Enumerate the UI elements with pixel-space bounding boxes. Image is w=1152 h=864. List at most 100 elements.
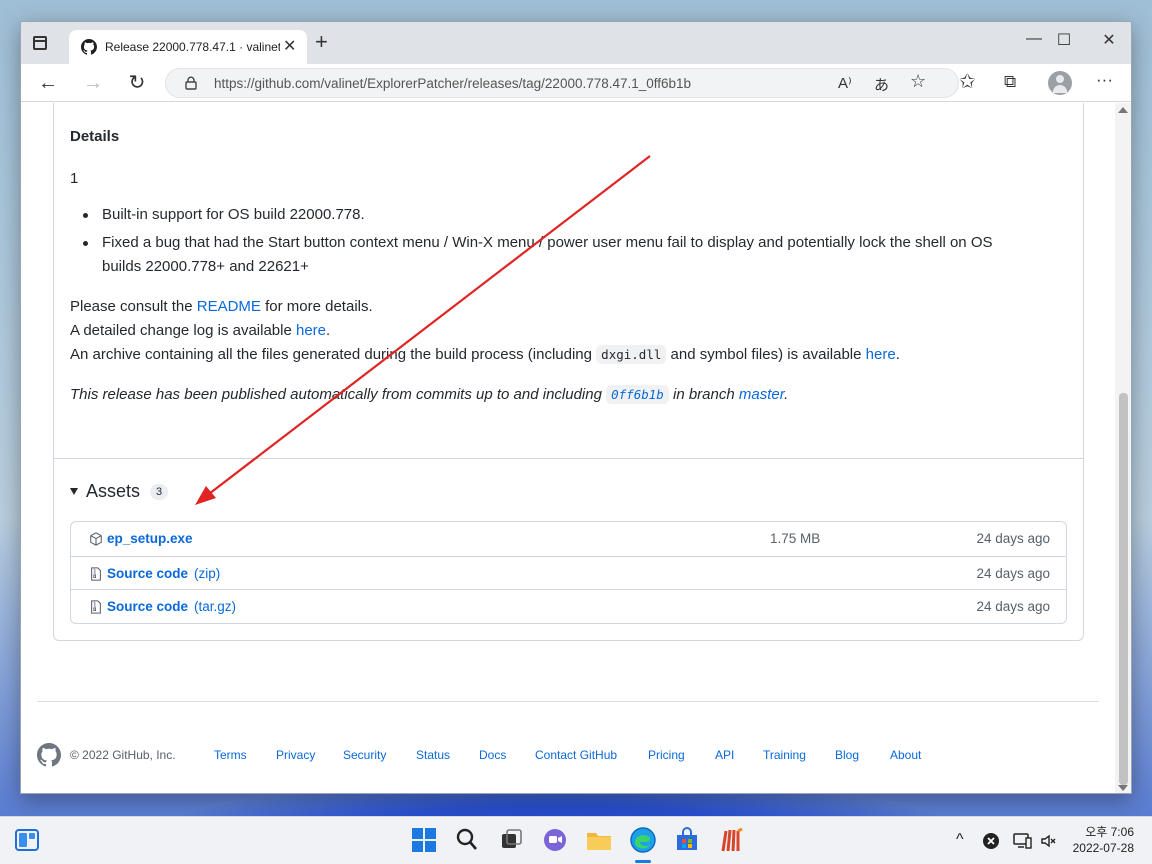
asset-row: Source code (tar.gz) 24 days ago (71, 589, 1066, 623)
footer-link-pricing[interactable]: Pricing (648, 748, 685, 762)
app-icon[interactable] (716, 825, 746, 855)
footer-link-status[interactable]: Status (416, 748, 450, 762)
start-icon[interactable] (409, 825, 439, 855)
asset-link[interactable]: Source code (zip) (107, 566, 220, 581)
file-explorer-icon[interactable] (584, 825, 614, 855)
readme-text: Please consult the (70, 298, 197, 315)
maximize-button[interactable]: ☐ (1049, 30, 1079, 50)
auto-publish-line: This release has been published automati… (70, 385, 789, 404)
edge-icon[interactable] (628, 825, 658, 855)
version-line: 1 (70, 170, 79, 187)
bullet-item: Built-in support for OS build 22000.778. (102, 206, 365, 223)
tab-close-icon[interactable]: ✕ (283, 36, 296, 56)
github-logo-icon[interactable] (37, 743, 61, 767)
asset-name[interactable]: Source code (107, 566, 188, 581)
refresh-button[interactable]: ↻ (124, 70, 150, 96)
file-zip-icon (91, 600, 101, 614)
footer-link-docs[interactable]: Docs (479, 748, 506, 762)
asset-date: 24 days ago (976, 599, 1050, 614)
browser-toolbar: ← → ↻ https://github.com/valinet/Explore… (21, 64, 1131, 102)
archive-line: An archive containing all the files gene… (70, 345, 900, 364)
collections-icon[interactable]: ⧉ (1004, 72, 1016, 92)
changelog-line: A detailed change log is available here. (70, 322, 330, 339)
active-app-indicator (635, 860, 651, 863)
taskbar-clock[interactable]: 오후 7:06 2022-07-28 (1064, 824, 1134, 856)
taskbar: ^ 오후 7:06 2022-07-28 (0, 816, 1152, 864)
footer-link-security[interactable]: Security (343, 748, 386, 762)
chat-icon[interactable] (540, 825, 570, 855)
tab-actions-icon[interactable] (33, 36, 47, 50)
auto-text: This release has been published automati… (70, 386, 607, 403)
asset-date: 24 days ago (976, 531, 1050, 546)
volume-muted-icon[interactable] (1040, 832, 1058, 850)
tray-app-icon[interactable] (982, 832, 1000, 850)
store-icon[interactable] (672, 825, 702, 855)
asset-size: 1.75 MB (770, 531, 821, 546)
add-favorite-icon[interactable]: ☆ (910, 71, 926, 92)
asset-name[interactable]: ep_setup.exe (107, 531, 193, 546)
asset-suffix[interactable]: (zip) (194, 566, 220, 581)
auto-text-end: . (784, 386, 789, 403)
file-zip-icon (91, 567, 101, 581)
profile-avatar[interactable] (1048, 71, 1072, 95)
scroll-up-icon[interactable] (1118, 107, 1128, 113)
asset-suffix[interactable]: (tar.gz) (194, 599, 236, 614)
asset-link[interactable]: ep_setup.exe (107, 531, 193, 546)
read-aloud-icon[interactable]: A⁾ (838, 74, 852, 92)
vertical-scrollbar[interactable] (1115, 103, 1131, 793)
url-text[interactable]: https://github.com/valinet/ExplorerPatch… (214, 76, 691, 91)
footer-link-api[interactable]: API (715, 748, 734, 762)
details-heading: Details (70, 128, 120, 145)
readme-link[interactable]: README (197, 298, 261, 315)
archive-text: An archive containing all the files gene… (70, 346, 597, 363)
tab-release[interactable]: Release 22000.778.47.1 · valinet/Explore… (69, 30, 307, 64)
bullet-item-continuation: builds 22000.778+ and 22621+ (102, 258, 309, 275)
page-content: Details 1 Built-in support for OS build … (21, 103, 1115, 793)
branch-link[interactable]: master (739, 386, 784, 403)
commit-link[interactable]: 0ff6b1b (606, 385, 669, 404)
asset-link[interactable]: Source code (tar.gz) (107, 599, 236, 614)
settings-menu-icon[interactable]: ··· (1096, 70, 1113, 90)
section-divider (54, 458, 1083, 459)
favorites-icon[interactable]: ✩ (959, 69, 976, 94)
page-footer: © 2022 GitHub, Inc. Terms Privacy Securi… (37, 743, 1099, 767)
assets-list: ep_setup.exe 1.75 MB 24 days ago Source … (70, 521, 1067, 624)
footer-link-about[interactable]: About (890, 748, 921, 762)
scrollbar-thumb[interactable] (1119, 393, 1128, 785)
scroll-down-icon[interactable] (1118, 785, 1128, 791)
tray-chevron-icon[interactable]: ^ (956, 831, 964, 849)
archive-text-mid: and symbol files) is available (666, 346, 866, 363)
footer-link-training[interactable]: Training (763, 748, 806, 762)
widgets-icon[interactable] (14, 827, 40, 853)
network-icon[interactable] (1012, 832, 1032, 850)
footer-link-privacy[interactable]: Privacy (276, 748, 315, 762)
back-button[interactable]: ← (35, 70, 61, 96)
footer-link-terms[interactable]: Terms (214, 748, 247, 762)
asset-name[interactable]: Source code (107, 599, 188, 614)
clock-date: 2022-07-28 (1072, 841, 1134, 855)
forward-button[interactable]: → (80, 70, 106, 96)
asset-date: 24 days ago (976, 566, 1050, 581)
footer-link-blog[interactable]: Blog (835, 748, 859, 762)
browser-window: Release 22000.778.47.1 · valinet/Explore… (20, 21, 1132, 794)
archive-text-end: . (895, 346, 900, 363)
readme-line: Please consult the README for more detai… (70, 298, 373, 315)
minimize-button[interactable]: — (1019, 30, 1049, 48)
lock-icon[interactable] (184, 76, 198, 90)
changelog-text: A detailed change log is available (70, 322, 296, 339)
task-view-icon[interactable] (496, 825, 526, 855)
search-icon[interactable] (452, 825, 482, 855)
new-tab-button[interactable]: + (315, 31, 328, 53)
auto-text-mid: in branch (668, 386, 739, 403)
footer-link-contact[interactable]: Contact GitHub (535, 748, 617, 762)
assets-count-badge: 3 (150, 483, 169, 500)
address-bar[interactable]: https://github.com/valinet/ExplorerPatch… (165, 68, 959, 98)
changelog-link[interactable]: here (296, 322, 326, 339)
translate-icon[interactable]: あ (874, 74, 889, 95)
close-window-button[interactable]: ✕ (1094, 30, 1124, 50)
assets-toggle[interactable]: Assets 3 (70, 481, 169, 502)
tab-strip: Release 22000.778.47.1 · valinet/Explore… (21, 22, 1131, 64)
readme-text-end: for more details. (260, 298, 373, 315)
archive-link[interactable]: here (866, 346, 896, 363)
bullet-dot (83, 213, 88, 218)
